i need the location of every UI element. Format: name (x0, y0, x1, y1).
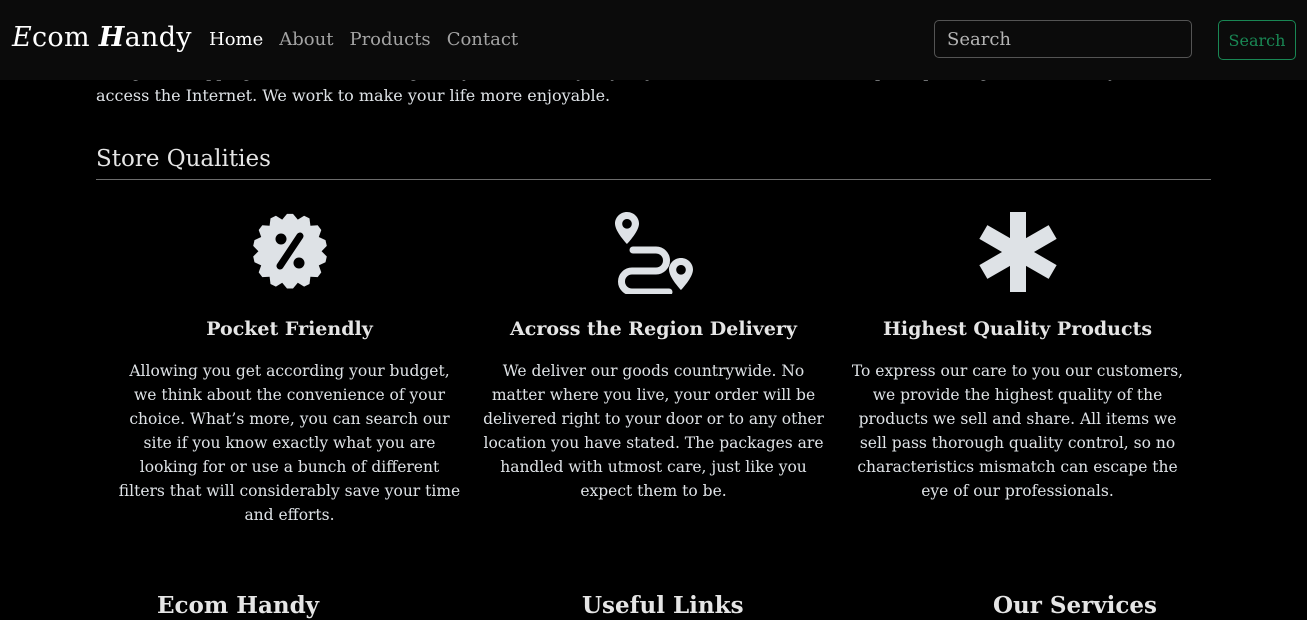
nav-link-products[interactable]: Products (349, 29, 430, 50)
footer-heading-useful-links: Useful Links (582, 592, 744, 619)
quality-description: To express our care to you our customers… (851, 362, 1184, 500)
quality-card-highest-quality: Highest Quality Products To express our … (845, 208, 1190, 503)
footer-heading-brand: Ecom Handy (157, 592, 320, 619)
brand-part-com: com (32, 22, 90, 53)
quality-description: Allowing you get according your budget, … (118, 362, 461, 524)
quality-title: Highest Quality Products (882, 318, 1153, 340)
nav-link-contact[interactable]: Contact (447, 29, 518, 50)
footer-heading-our-services: Our Services (993, 592, 1157, 619)
brand-part-andy: andy (124, 22, 192, 53)
quality-title: Across the Region Delivery (510, 318, 797, 340)
navbar: Ecom Handy Home About Products Contact S… (0, 0, 1307, 80)
nav-links: Home About Products Contact (209, 29, 518, 50)
route-icon (614, 212, 693, 294)
quality-card-region-delivery: Across the Region Delivery We deliver ou… (481, 208, 826, 503)
brand-letter-e: E (12, 22, 33, 53)
quality-card-pocket-friendly: Pocket Friendly Allowing you get accordi… (117, 208, 462, 527)
discount-badge-icon (252, 213, 327, 289)
section-title: Store Qualities (96, 146, 271, 172)
search-button[interactable]: Search (1218, 20, 1296, 60)
brand-letter-h: H (98, 22, 125, 53)
nav-link-home[interactable]: Home (209, 29, 263, 50)
section-divider (96, 179, 1211, 180)
asterisk-icon (978, 212, 1057, 292)
search-input[interactable] (934, 20, 1192, 58)
brand-logo[interactable]: Ecom Handy (12, 22, 192, 53)
quality-description: We deliver our goods countrywide. No mat… (483, 362, 824, 500)
nav-link-about[interactable]: About (279, 29, 333, 50)
quality-title: Pocket Friendly (206, 318, 373, 340)
